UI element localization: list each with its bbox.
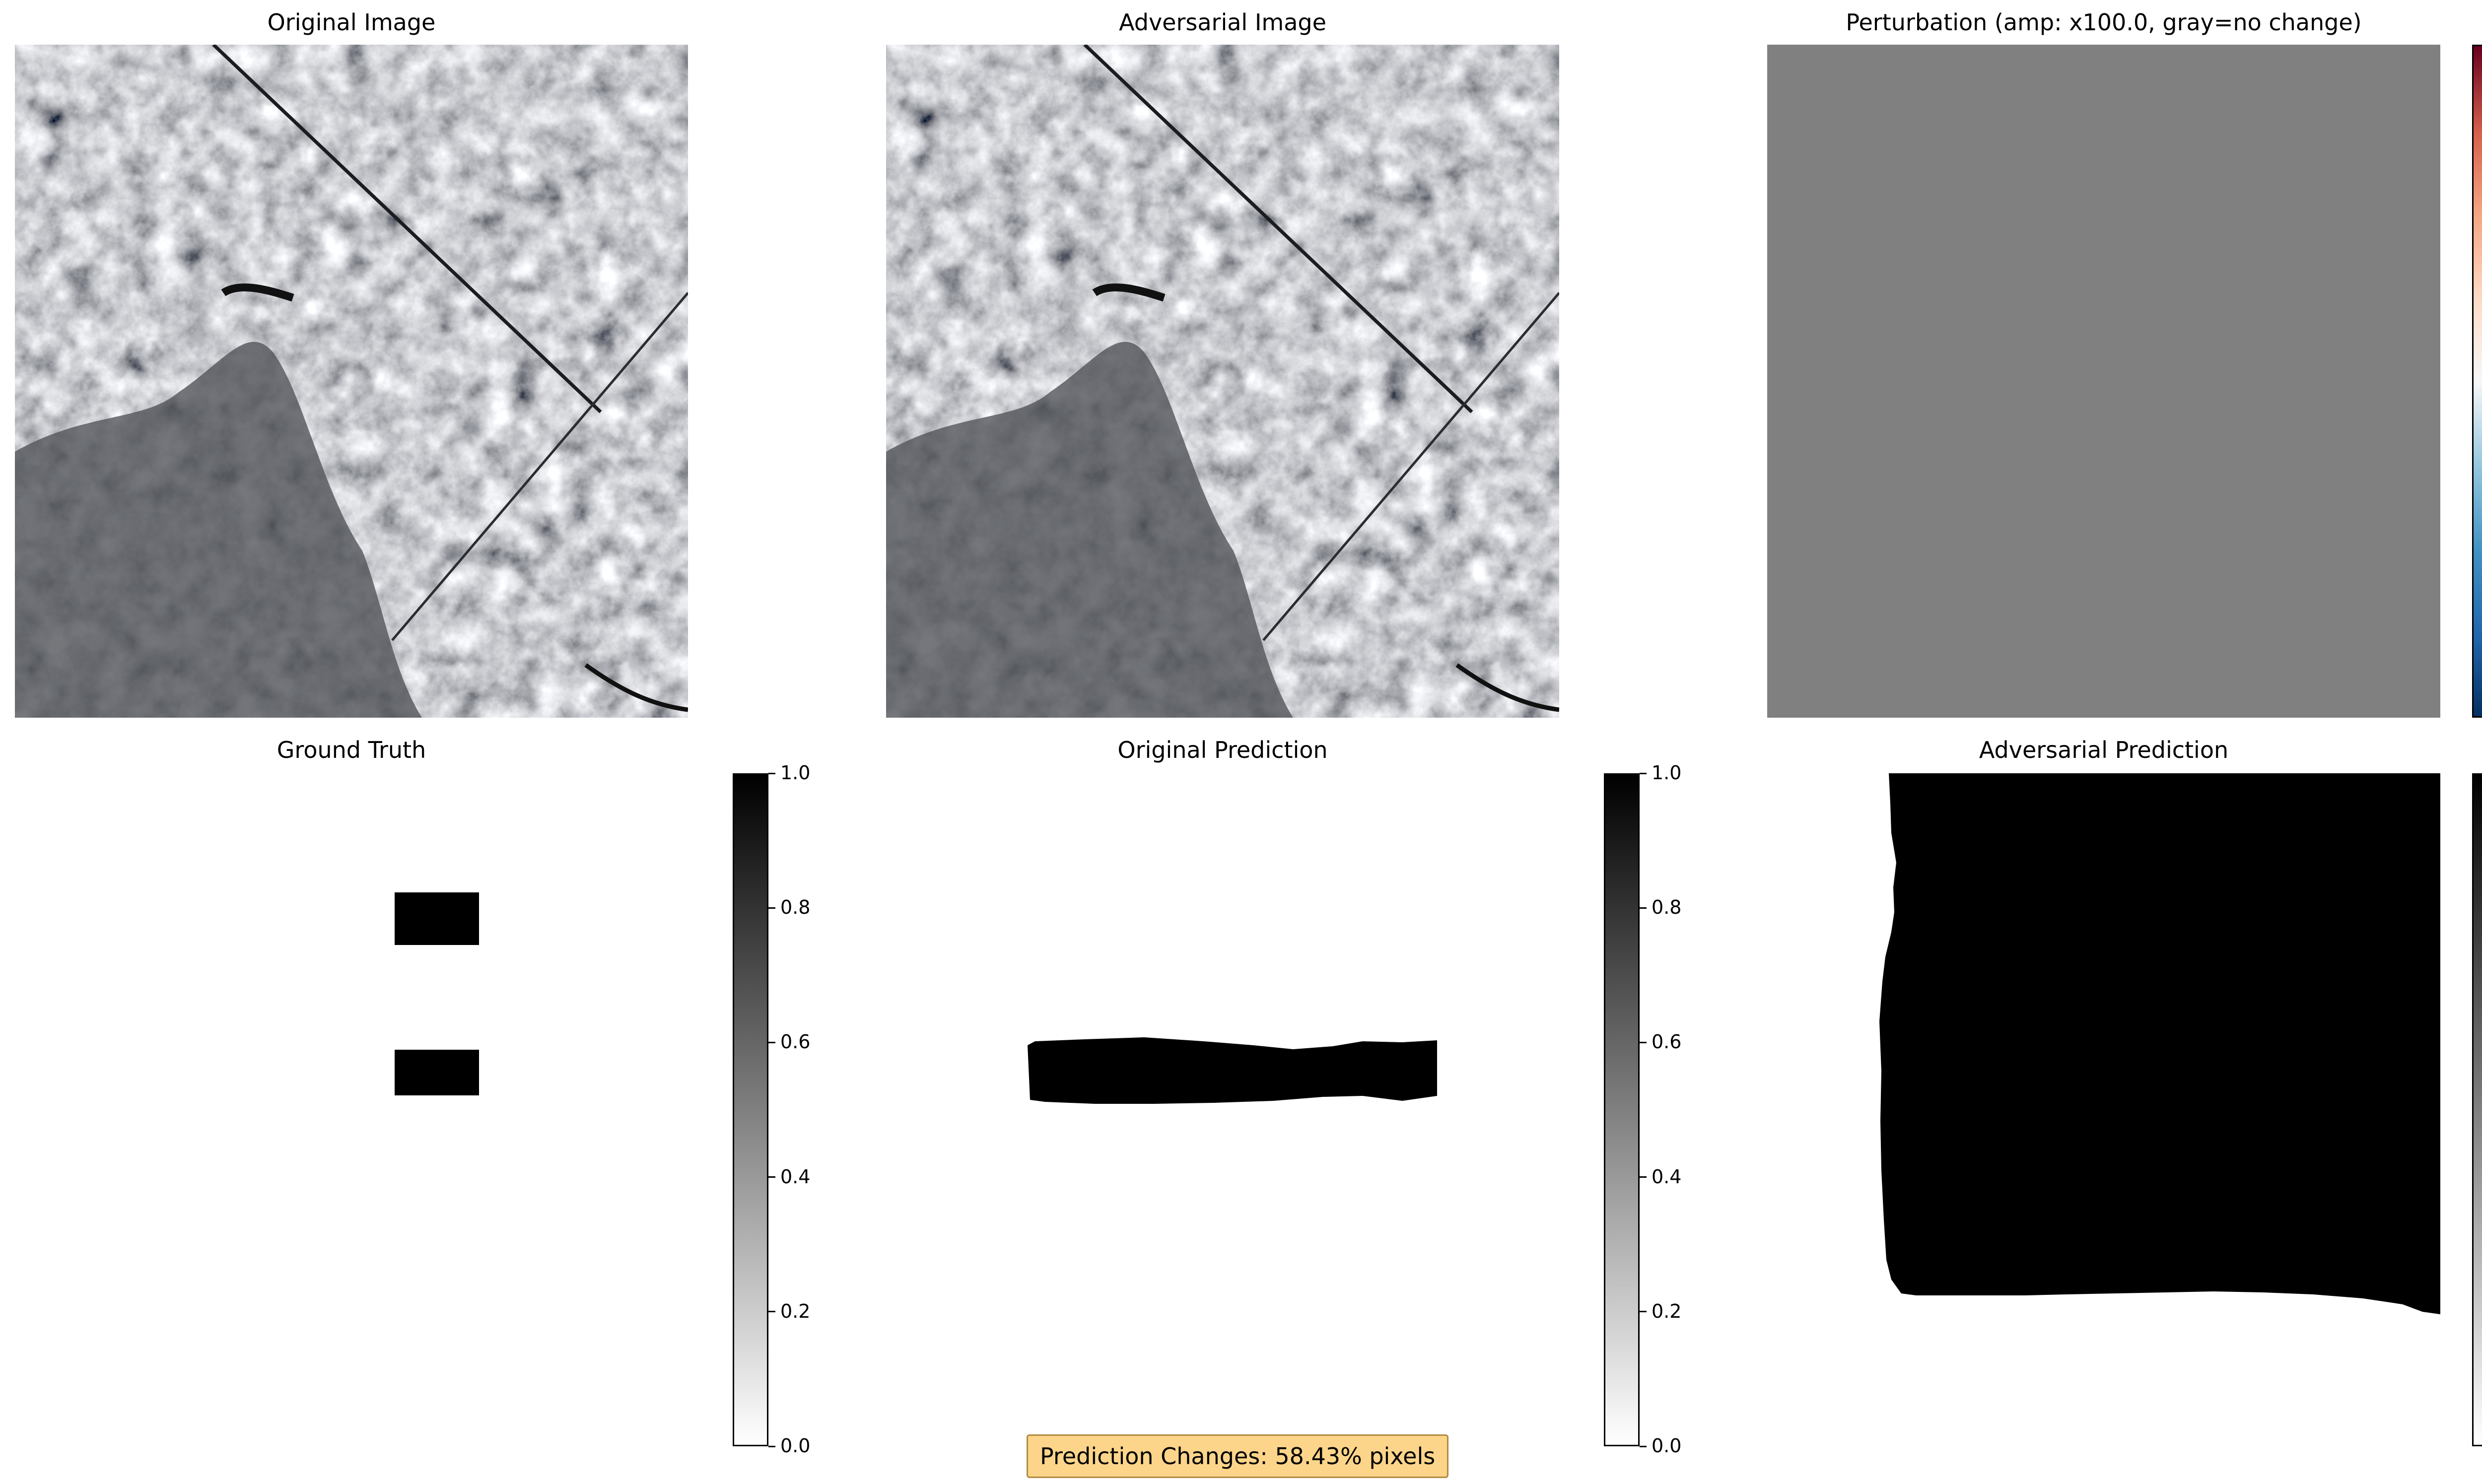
original-prediction-title: Original Prediction <box>1117 737 1328 763</box>
perturbation-title: Perturbation (amp: x100.0, gray=no chang… <box>1846 9 2362 36</box>
prediction-changes-annotation: Prediction Changes: 58.43% pixels <box>1027 1434 1449 1478</box>
adversarial-image-title: Adversarial Image <box>1119 9 1326 36</box>
binary-gt-tick-label: 0.4 <box>780 1165 811 1188</box>
binary-gt-tick-mark <box>768 772 775 774</box>
adversarial-prediction-colorbar <box>2472 773 2482 1446</box>
binary-op-tick-label: 0.8 <box>1652 896 1682 919</box>
ground-truth-region-lower <box>395 1050 479 1095</box>
binary-gt-tick-mark <box>768 1311 775 1313</box>
binary-op-tick-mark <box>1640 772 1647 774</box>
binary-op-tick-mark <box>1640 1176 1647 1178</box>
binary-op-tick-mark <box>1640 1445 1647 1447</box>
original-prediction-mask <box>886 773 1559 1446</box>
binary-op-tick-mark <box>1640 1041 1647 1043</box>
binary-op-tick-mark <box>1640 1311 1647 1313</box>
binary-gt-tick-label: 0.8 <box>780 896 811 919</box>
binary-op-tick-label: 0.4 <box>1652 1165 1682 1188</box>
binary-op-tick-label: 0.0 <box>1652 1435 1682 1457</box>
binary-op-tick-label: 0.2 <box>1652 1300 1682 1322</box>
binary-gt-tick-label: 0.0 <box>780 1435 811 1457</box>
binary-gt-tick-label: 0.2 <box>780 1300 811 1322</box>
original-image-title: Original Image <box>267 9 436 36</box>
adversarial-image <box>886 45 1559 718</box>
binary-op-tick-mark <box>1640 907 1647 909</box>
binary-gt-tick-mark <box>768 1445 775 1447</box>
binary-gt-tick-label: 1.0 <box>780 762 811 784</box>
ground-truth-mask <box>15 773 688 1446</box>
perturbation-colorbar <box>2472 45 2482 718</box>
perturbation-map <box>1767 45 2440 718</box>
adversarial-prediction-title: Adversarial Prediction <box>1979 737 2229 763</box>
binary-op-tick-label: 0.6 <box>1652 1031 1682 1053</box>
binary-gt-tick-label: 0.6 <box>780 1031 811 1053</box>
binary-gt-tick-mark <box>768 1176 775 1178</box>
binary-op-tick-label: 1.0 <box>1652 762 1682 784</box>
ground-truth-colorbar <box>733 773 768 1446</box>
ground-truth-title: Ground Truth <box>276 737 426 763</box>
binary-gt-tick-mark <box>768 907 775 909</box>
binary-gt-tick-mark <box>768 1041 775 1043</box>
adversarial-prediction-region <box>1879 773 2440 1314</box>
original-prediction-region <box>1028 1037 1437 1104</box>
original-image <box>15 45 688 718</box>
ground-truth-region-upper <box>395 892 479 945</box>
adversarial-prediction-mask <box>1767 773 2440 1446</box>
original-prediction-colorbar <box>1604 773 1640 1446</box>
